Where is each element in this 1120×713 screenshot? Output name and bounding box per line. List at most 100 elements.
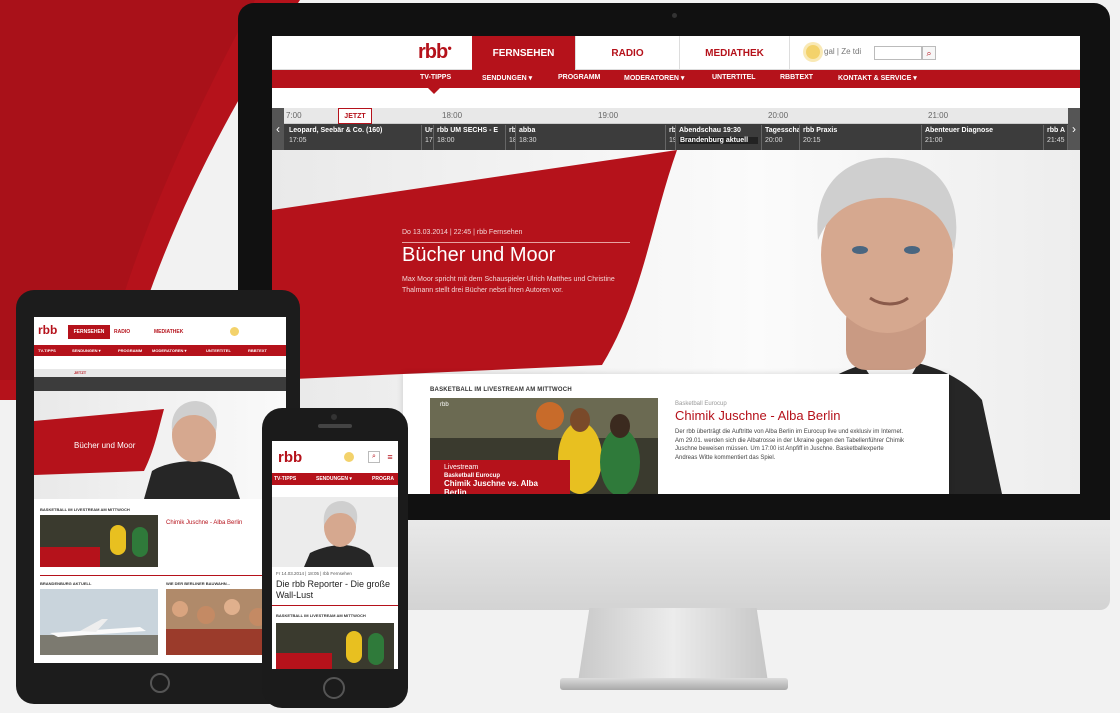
tablet-now-marker[interactable]: JETZT: [74, 370, 86, 375]
phone-logo[interactable]: rbb: [278, 449, 302, 466]
tablet-logo[interactable]: rbb: [38, 323, 57, 337]
program-item[interactable]: Abenteuer Diagnose 21:00: [922, 125, 1044, 150]
program-item[interactable]: rbb A 21:45: [1044, 125, 1068, 150]
sun-icon[interactable]: [230, 327, 239, 336]
hour-label: 20:00: [768, 111, 789, 120]
program-time: 18: [509, 137, 515, 144]
tab-mediathek[interactable]: MEDIATHEK: [680, 36, 790, 70]
language-links[interactable]: gal | Ze tdi: [824, 47, 861, 56]
tablet-hero-art: [34, 401, 240, 499]
program-time: 21:00: [925, 137, 943, 144]
sun-icon[interactable]: [806, 45, 820, 59]
tablet-card-image[interactable]: [40, 515, 158, 567]
basketball-image[interactable]: rbb Livestream Basketball Eurocup Chimik…: [430, 398, 658, 494]
hero-title[interactable]: Bücher und Moor: [402, 244, 555, 267]
program-item[interactable]: Tagesscha 20:00: [762, 125, 800, 150]
tablet-subnav-item[interactable]: RBBTEXT: [248, 348, 267, 353]
hero-description: Max Moor spricht mit dem Schauspieler Ul…: [402, 276, 615, 294]
phone-meta: Fr 14.03.2014 | 18:05 | rbb Fernsehen: [276, 571, 352, 576]
tablet-tab-mediathek[interactable]: MEDIATHEK: [154, 329, 183, 335]
tablet-subnav-item[interactable]: PROGRAMM: [118, 348, 142, 353]
tablet-hero-title[interactable]: Bücher und Moor: [74, 441, 135, 450]
iphone-camera-icon: [331, 414, 337, 420]
program-timeline: 7:00 18:00 19:00 20:00 21:00 JETZT Leopa…: [272, 108, 1080, 150]
tablet-screen: rbb FERNSEHEN RADIO MEDIATHEK TV-TIPPS S…: [34, 317, 286, 663]
subnav-rbbtext[interactable]: RBBTEXT: [780, 74, 813, 81]
program-title: Tagesscha: [765, 127, 800, 134]
tab-radio[interactable]: RADIO: [576, 36, 680, 70]
search-icon[interactable]: ⌕: [922, 46, 936, 60]
card-text: Der rbb überträgt die Auftritte von Alba…: [675, 429, 905, 461]
timeline-prev-arrow-icon[interactable]: ‹: [272, 108, 284, 150]
search-icon[interactable]: ⌕: [368, 451, 380, 463]
program-item[interactable]: rbb UM SECHS - E 18:00: [434, 125, 506, 150]
timeline-next-arrow-icon[interactable]: ›: [1068, 108, 1080, 150]
program-title: rbb UM SECHS - E: [437, 127, 499, 134]
program-item[interactable]: Leopard, Seebär & Co. (160) 17:05: [286, 125, 422, 150]
program-title: rb: [509, 127, 516, 134]
now-marker[interactable]: JETZT: [338, 108, 372, 124]
phone-card-title: BASKETBALL IM LIVESTREAM AM MITTWOCH: [276, 613, 366, 618]
program-item[interactable]: rb 19: [666, 125, 676, 150]
program-time: 20:15: [803, 137, 821, 144]
program-title: rbb A: [1047, 127, 1066, 134]
program-time: 20:00: [765, 137, 783, 144]
program-time: 17: [425, 137, 433, 144]
subnav-pointer: [428, 88, 440, 94]
tab-fernsehen[interactable]: FERNSEHEN: [472, 36, 576, 70]
program-item[interactable]: Ur 17: [422, 125, 434, 150]
program-time: 19: [669, 137, 675, 144]
hour-label: 19:00: [598, 111, 619, 120]
phone-card-image[interactable]: [276, 623, 394, 669]
player-shape: [368, 633, 384, 665]
subnav-moderatoren[interactable]: MODERATOREN ▾: [624, 74, 684, 82]
hero-divider: [402, 242, 630, 243]
subnav-sendungen[interactable]: SENDUNGEN ▾: [482, 74, 532, 82]
card-section-title: BASKETBALL IM LIVESTREAM AM MITTWOCH: [430, 387, 572, 393]
basketball-teaser-card[interactable]: BASKETBALL IM LIVESTREAM AM MITTWOCH rbb…: [403, 374, 949, 494]
tablet-timeline[interactable]: [34, 377, 286, 391]
hour-label: 18:00: [442, 111, 463, 120]
livestream-tag[interactable]: Livestream Basketball Eurocup Chimik Jus…: [430, 460, 570, 494]
phone-live-tag: [276, 653, 332, 669]
airplane-photo[interactable]: [40, 589, 158, 655]
tablet-subnav-item[interactable]: MODERATOREN ▾: [152, 348, 187, 353]
phone-subnav-item[interactable]: PROGRA: [372, 476, 394, 482]
subnav-programm[interactable]: PROGRAMM: [558, 74, 600, 81]
tablet-tab-radio[interactable]: RADIO: [114, 329, 130, 335]
phone-title[interactable]: Die rbb Reporter - Die große Wall-Lust: [276, 579, 396, 601]
iphone-speaker: [318, 424, 352, 428]
program-item[interactable]: rb 18: [506, 125, 516, 150]
tablet-live-tag: [40, 547, 100, 567]
sun-icon[interactable]: [344, 452, 354, 462]
program-item[interactable]: rbb Praxis 20:15: [800, 125, 922, 150]
program-item[interactable]: Abendschau 19:30 Brandenburg aktuell: [676, 125, 762, 150]
camera-icon: [672, 13, 677, 18]
tablet-hero[interactable]: Bücher und Moor: [34, 391, 286, 499]
subnav-untertitel[interactable]: UNTERTITEL: [712, 74, 756, 81]
subnav-tv-tipps[interactable]: TV-TIPPS: [420, 74, 451, 81]
phone-subnav-item[interactable]: TV-TIPPS: [274, 476, 296, 482]
live-label: Livestream: [444, 464, 479, 471]
program-time: Brandenburg aktuell: [679, 137, 758, 144]
program-title: rb: [669, 127, 676, 134]
program-title: Leopard, Seebär & Co. (160): [289, 127, 383, 134]
menu-icon[interactable]: ≡: [384, 451, 396, 463]
hour-label: 21:00: [928, 111, 949, 120]
tablet-card-headline[interactable]: Chimik Juschne - Alba Berlin: [166, 520, 242, 526]
search-input[interactable]: [874, 46, 922, 60]
tablet-subnav: TV-TIPPS SENDUNGEN ▾ PROGRAMM MODERATORE…: [34, 345, 286, 356]
subnav-kontakt[interactable]: KONTAKT & SERVICE ▾: [838, 74, 917, 82]
tablet-subnav-item[interactable]: TV-TIPPS: [38, 348, 56, 353]
phone-screen: rbb ⌕ ≡ TV-TIPPS SENDUNGEN ▾ PROGRA Fr 1…: [272, 441, 398, 669]
program-item[interactable]: abba 18:30: [516, 125, 666, 150]
rbb-logo[interactable]: rbb●: [418, 41, 452, 64]
iphone-home-button: [323, 677, 345, 699]
player-shape: [132, 527, 148, 557]
tablet-subnav-item[interactable]: UNTERTITEL: [206, 348, 231, 353]
card-headline[interactable]: Chimik Juschne - Alba Berlin: [675, 408, 840, 423]
phone-hero-image[interactable]: [272, 497, 398, 567]
tablet-tab-fernsehen[interactable]: FERNSEHEN: [68, 325, 110, 339]
tablet-subnav-item[interactable]: SENDUNGEN ▾: [72, 348, 101, 353]
phone-subnav-item[interactable]: SENDUNGEN ▾: [316, 476, 352, 482]
